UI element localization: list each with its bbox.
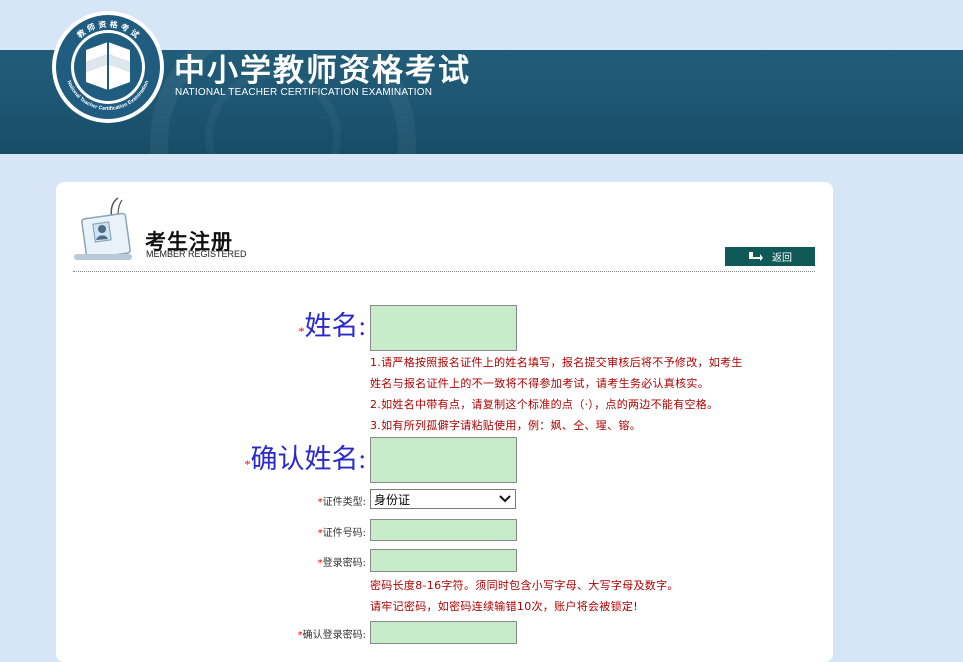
panel-subtitle: MEMBER REGISTERED bbox=[146, 249, 247, 259]
confirm-password-input[interactable] bbox=[370, 621, 517, 644]
id-number-input[interactable] bbox=[370, 519, 517, 541]
back-button-label: 返回 bbox=[772, 253, 792, 264]
name-hints: 1.请严格按照报名证件上的姓名填写，报名提交审核后将不予修改，如考生 姓名与报名… bbox=[370, 352, 743, 436]
site-title: 中小学教师资格考试 bbox=[174, 53, 471, 89]
password-label: *登录密码: bbox=[317, 558, 366, 569]
id-type-select[interactable]: 身份证 bbox=[370, 489, 516, 509]
name-hint-line: 姓名与报名证件上的不一致将不得参加考试，请考生务必认真核实。 bbox=[370, 377, 709, 390]
id-type-selected: 身份证 bbox=[374, 492, 411, 507]
confirm-name-input[interactable] bbox=[370, 437, 517, 483]
id-badge-icon bbox=[74, 197, 132, 260]
password-hint-line: 请牢记密码，如密码连续输错10次，账户将会被锁定! bbox=[370, 600, 638, 613]
divider bbox=[73, 271, 815, 272]
name-hint-line: 2.如姓名中带有点，请复制这个标准的点（·），点的两边不能有空格。 bbox=[370, 398, 719, 411]
password-hint-line: 密码长度8-16字符。须同时包含小写字母、大写字母及数字。 bbox=[370, 579, 679, 592]
id-number-label: *证件号码: bbox=[317, 528, 366, 539]
book-emblem-icon: 教 师 资 格 考 试 National Teacher Certificati… bbox=[52, 11, 164, 123]
name-label: *姓名: bbox=[298, 311, 366, 341]
name-hint-line: 1.请严格按照报名证件上的姓名填写，报名提交审核后将不予修改，如考生 bbox=[370, 356, 743, 369]
confirm-name-label: *确认姓名: bbox=[244, 444, 366, 474]
password-input[interactable] bbox=[370, 549, 517, 572]
confirm-password-label: *确认登录密码: bbox=[297, 630, 366, 641]
site-subtitle: NATIONAL TEACHER CERTIFICATION EXAMINATI… bbox=[175, 87, 433, 98]
chevron-down-icon bbox=[499, 495, 511, 503]
registration-panel: 考生注册 MEMBER REGISTERED 返回 *姓名: 1.请严格按照报名… bbox=[56, 182, 833, 662]
name-hint-line: 3.如有所列孤僻字请粘贴使用，例：㚯、仝、瑆、镕。 bbox=[370, 419, 641, 432]
return-arrow-icon bbox=[749, 252, 763, 261]
password-hints: 密码长度8-16字符。须同时包含小写字母、大写字母及数字。 请牢记密码，如密码连… bbox=[370, 575, 679, 617]
back-button[interactable]: 返回 bbox=[725, 247, 815, 266]
id-type-label: *证件类型: bbox=[317, 497, 366, 508]
name-input[interactable] bbox=[370, 305, 517, 351]
